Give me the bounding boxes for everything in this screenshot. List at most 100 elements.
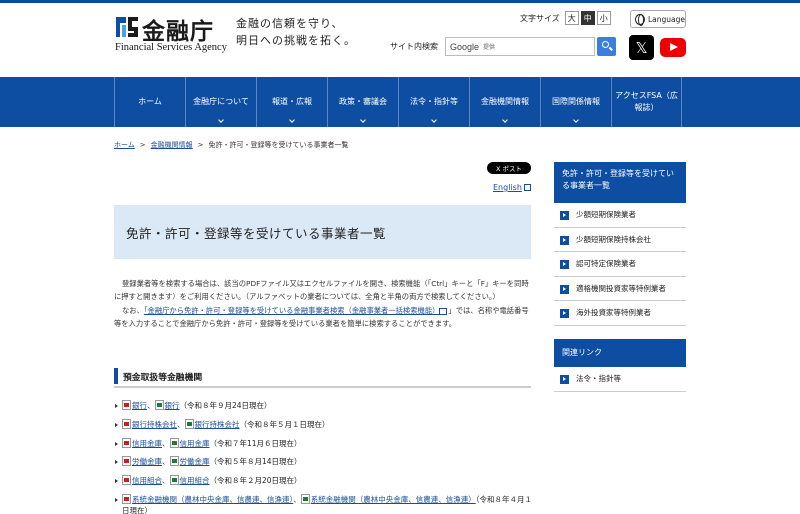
search-icon [602,41,609,48]
section-title: 預金取扱等金融機関 [123,373,203,383]
fsa-logo-mark-icon [114,13,140,41]
list-item: 系統金融機関（農林中央金庫、信農連、信漁連）、 系統金融機関（農林中央金庫、信農連… [114,493,534,514]
chevron-down-icon [360,117,366,123]
font-size-switcher: 文字サイズ 大 中 小 [520,11,611,25]
tagline: 金融の信頼を守り、 明日への挑戦を拓く。 [236,17,356,47]
pdf-link[interactable]: 銀行持株会社 [132,420,177,429]
pdf-icon [122,418,131,429]
search-input[interactable]: Google 提供 [445,37,595,56]
arrow-right-icon [560,260,569,269]
language-label: Language [647,14,685,24]
excel-icon [184,418,194,429]
arrow-right-icon [560,284,569,294]
excel-link[interactable]: 信用組合 [180,476,210,485]
list-item: 労働金庫、 労働金庫（令和５年８月14日現在） [114,456,534,467]
english-link[interactable]: English [493,183,531,192]
arrow-right-icon [560,375,569,384]
search-placeholder: 提供 [483,44,496,51]
pdf-link[interactable]: 信用組合 [132,476,162,485]
nav-access-fsa[interactable]: アクセスFSA（広報誌） [611,77,682,127]
excel-link[interactable]: 系統金融機関（農林中央金庫、信農連、信漁連） [311,495,476,504]
sidebar-item-laws[interactable]: 法令・指針等 [554,367,686,392]
chevron-down-icon [431,117,437,123]
sidebar-related-businesses: 免許・許可・登録等を受けている事業者一覧 少額短期保険業者 少額短期保険持株会社… [554,162,686,326]
pdf-icon [122,475,131,486]
nav-about[interactable]: 金融庁について [185,77,256,127]
arrow-right-icon [560,235,569,245]
excel-icon [169,456,179,467]
sidebar-item-small-amount-holding[interactable]: 少額短期保険持株会社 [554,228,686,252]
excel-icon [300,493,310,504]
globe-icon [635,13,645,26]
top-accent-bar [0,0,800,3]
sidebar-heading[interactable]: 免許・許可・登録等を受けている事業者一覧 [554,162,686,203]
page-title: 免許・許可・登録等を受けている事業者一覧 [126,225,387,241]
related-links-heading: 関連リンク [554,339,686,367]
font-size-label: 文字サイズ [520,13,560,23]
arrow-right-icon [560,211,569,220]
nav-home[interactable]: ホーム [114,77,185,127]
pdf-link[interactable]: 系統金融機関（農林中央金庫、信農連、信漁連） [132,495,293,504]
external-link-icon [523,184,531,191]
youtube-button[interactable] [660,38,686,57]
institution-list: 銀行、 銀行（令和８年９月24日現在） 銀行持株会社、 銀行持株会社（令和８年５月１… [114,400,534,514]
sidebar-related-links: 関連リンク 法令・指針等 [554,339,686,392]
sidebar-item-foreign-investors[interactable]: 海外投資家等特例業者 [554,301,686,326]
excel-link[interactable]: 労働金庫 [180,457,210,466]
breadcrumb-institutions[interactable]: 金融機関情報 [151,141,193,149]
page-title-box: 免許・許可・登録等を受けている事業者一覧 [114,205,531,259]
global-nav: ホーム 金融庁について 報道・広報 政策・審議会 法令・指針等 金融機関情報 国… [0,77,800,127]
breadcrumb-home[interactable]: ホーム [114,141,135,149]
external-window-icon [439,307,448,315]
pdf-icon [122,456,131,467]
excel-link[interactable]: 銀行持株会社 [195,420,240,429]
fsa-logo[interactable]: 金融庁 Financial Services Agency [114,12,234,56]
list-item: 信用組合、 信用組合（令和８年２月20日現在） [114,475,534,486]
x-post-button[interactable]: X ポスト [487,162,531,174]
x-logo-icon: 𝕏 [635,38,648,57]
business-search-link[interactable]: 「金融庁から免許・許可・登録等を受けている金融事業者検索（金融事業者一括検索機能… [144,306,440,315]
font-size-large-button[interactable]: 大 [564,11,579,25]
logo-english-text: Financial Services Agency [115,42,227,53]
sidebar-item-certified-insurers[interactable]: 認可特定保険業者 [554,252,686,277]
section-accent-bar [114,368,118,384]
excel-link[interactable]: 信用金庫 [180,439,210,448]
nav-laws[interactable]: 法令・指針等 [398,77,469,127]
language-button[interactable]: Language [630,10,686,28]
chevron-down-icon [502,117,508,123]
x-social-button[interactable]: 𝕏 [629,35,654,60]
breadcrumb-current: 免許・許可・登録等を受けている事業者一覧 [208,141,349,149]
pdf-icon [122,493,131,504]
pdf-link[interactable]: 労働金庫 [132,457,162,466]
excel-icon [154,400,164,410]
sidebar-item-qualified-investors[interactable]: 適格機関投資家等特例業者 [554,277,686,301]
chevron-down-icon [289,117,295,123]
sidebar-item-small-amount-insurers[interactable]: 少額短期保険業者 [554,203,686,228]
nav-press[interactable]: 報道・広報 [256,77,327,127]
nav-international[interactable]: 国際関係情報 [540,77,611,127]
intro-text: 登録業者等を検索する場合は、該当のPDFファイル又はエクセルファイルを開き、検索… [114,277,532,330]
pdf-icon [122,437,131,448]
google-brand: Google [450,41,480,52]
excel-icon [169,475,179,486]
site-search-label: サイト内検索 [390,42,438,51]
chevron-down-icon [573,117,579,123]
pdf-link[interactable]: 信用金庫 [132,439,162,448]
search-button[interactable] [597,37,616,56]
font-size-small-button[interactable]: 小 [596,11,611,25]
list-item: 銀行、 銀行（令和８年９月24日現在） [114,400,534,411]
pdf-icon [122,400,131,410]
intro-paragraph-2: なお、「金融庁から免許・許可・登録等を受けている金融事業者検索（金融事業者一括検… [114,305,529,328]
list-item: 銀行持株会社、 銀行持株会社（令和８年５月１日現在） [114,418,534,430]
list-item: 信用金庫、 信用金庫（令和７年11月６日現在） [114,437,534,449]
logo-japanese-text: 金融庁 [142,18,214,45]
excel-icon [169,437,179,448]
arrow-right-icon [560,309,569,318]
nav-institutions[interactable]: 金融機関情報 [469,77,540,127]
nav-policy[interactable]: 政策・審議会 [327,77,398,127]
font-size-medium-button[interactable]: 中 [580,11,595,25]
chevron-down-icon [218,117,224,123]
breadcrumb: ホーム > 金融機関情報 > 免許・許可・登録等を受けている事業者一覧 [114,141,349,149]
pdf-link[interactable]: 銀行 [132,401,147,410]
excel-link[interactable]: 銀行 [165,401,180,410]
